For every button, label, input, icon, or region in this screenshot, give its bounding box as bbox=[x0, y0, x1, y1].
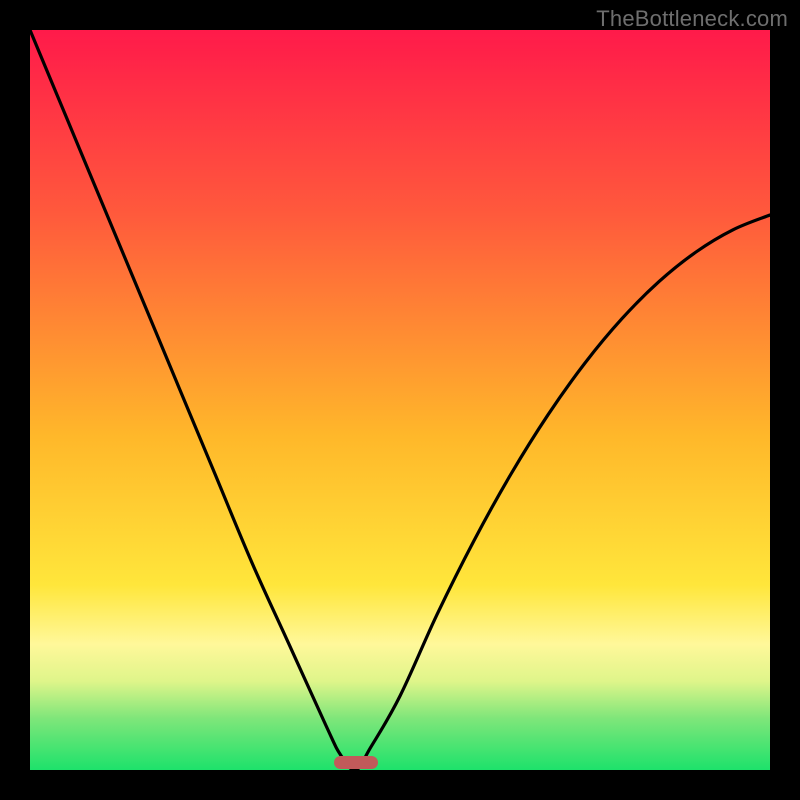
chart-area bbox=[30, 30, 770, 770]
curve-svg bbox=[30, 30, 770, 770]
bottleneck-curve-path bbox=[30, 30, 770, 770]
bottleneck-marker bbox=[334, 756, 378, 769]
watermark-text: TheBottleneck.com bbox=[596, 6, 788, 32]
